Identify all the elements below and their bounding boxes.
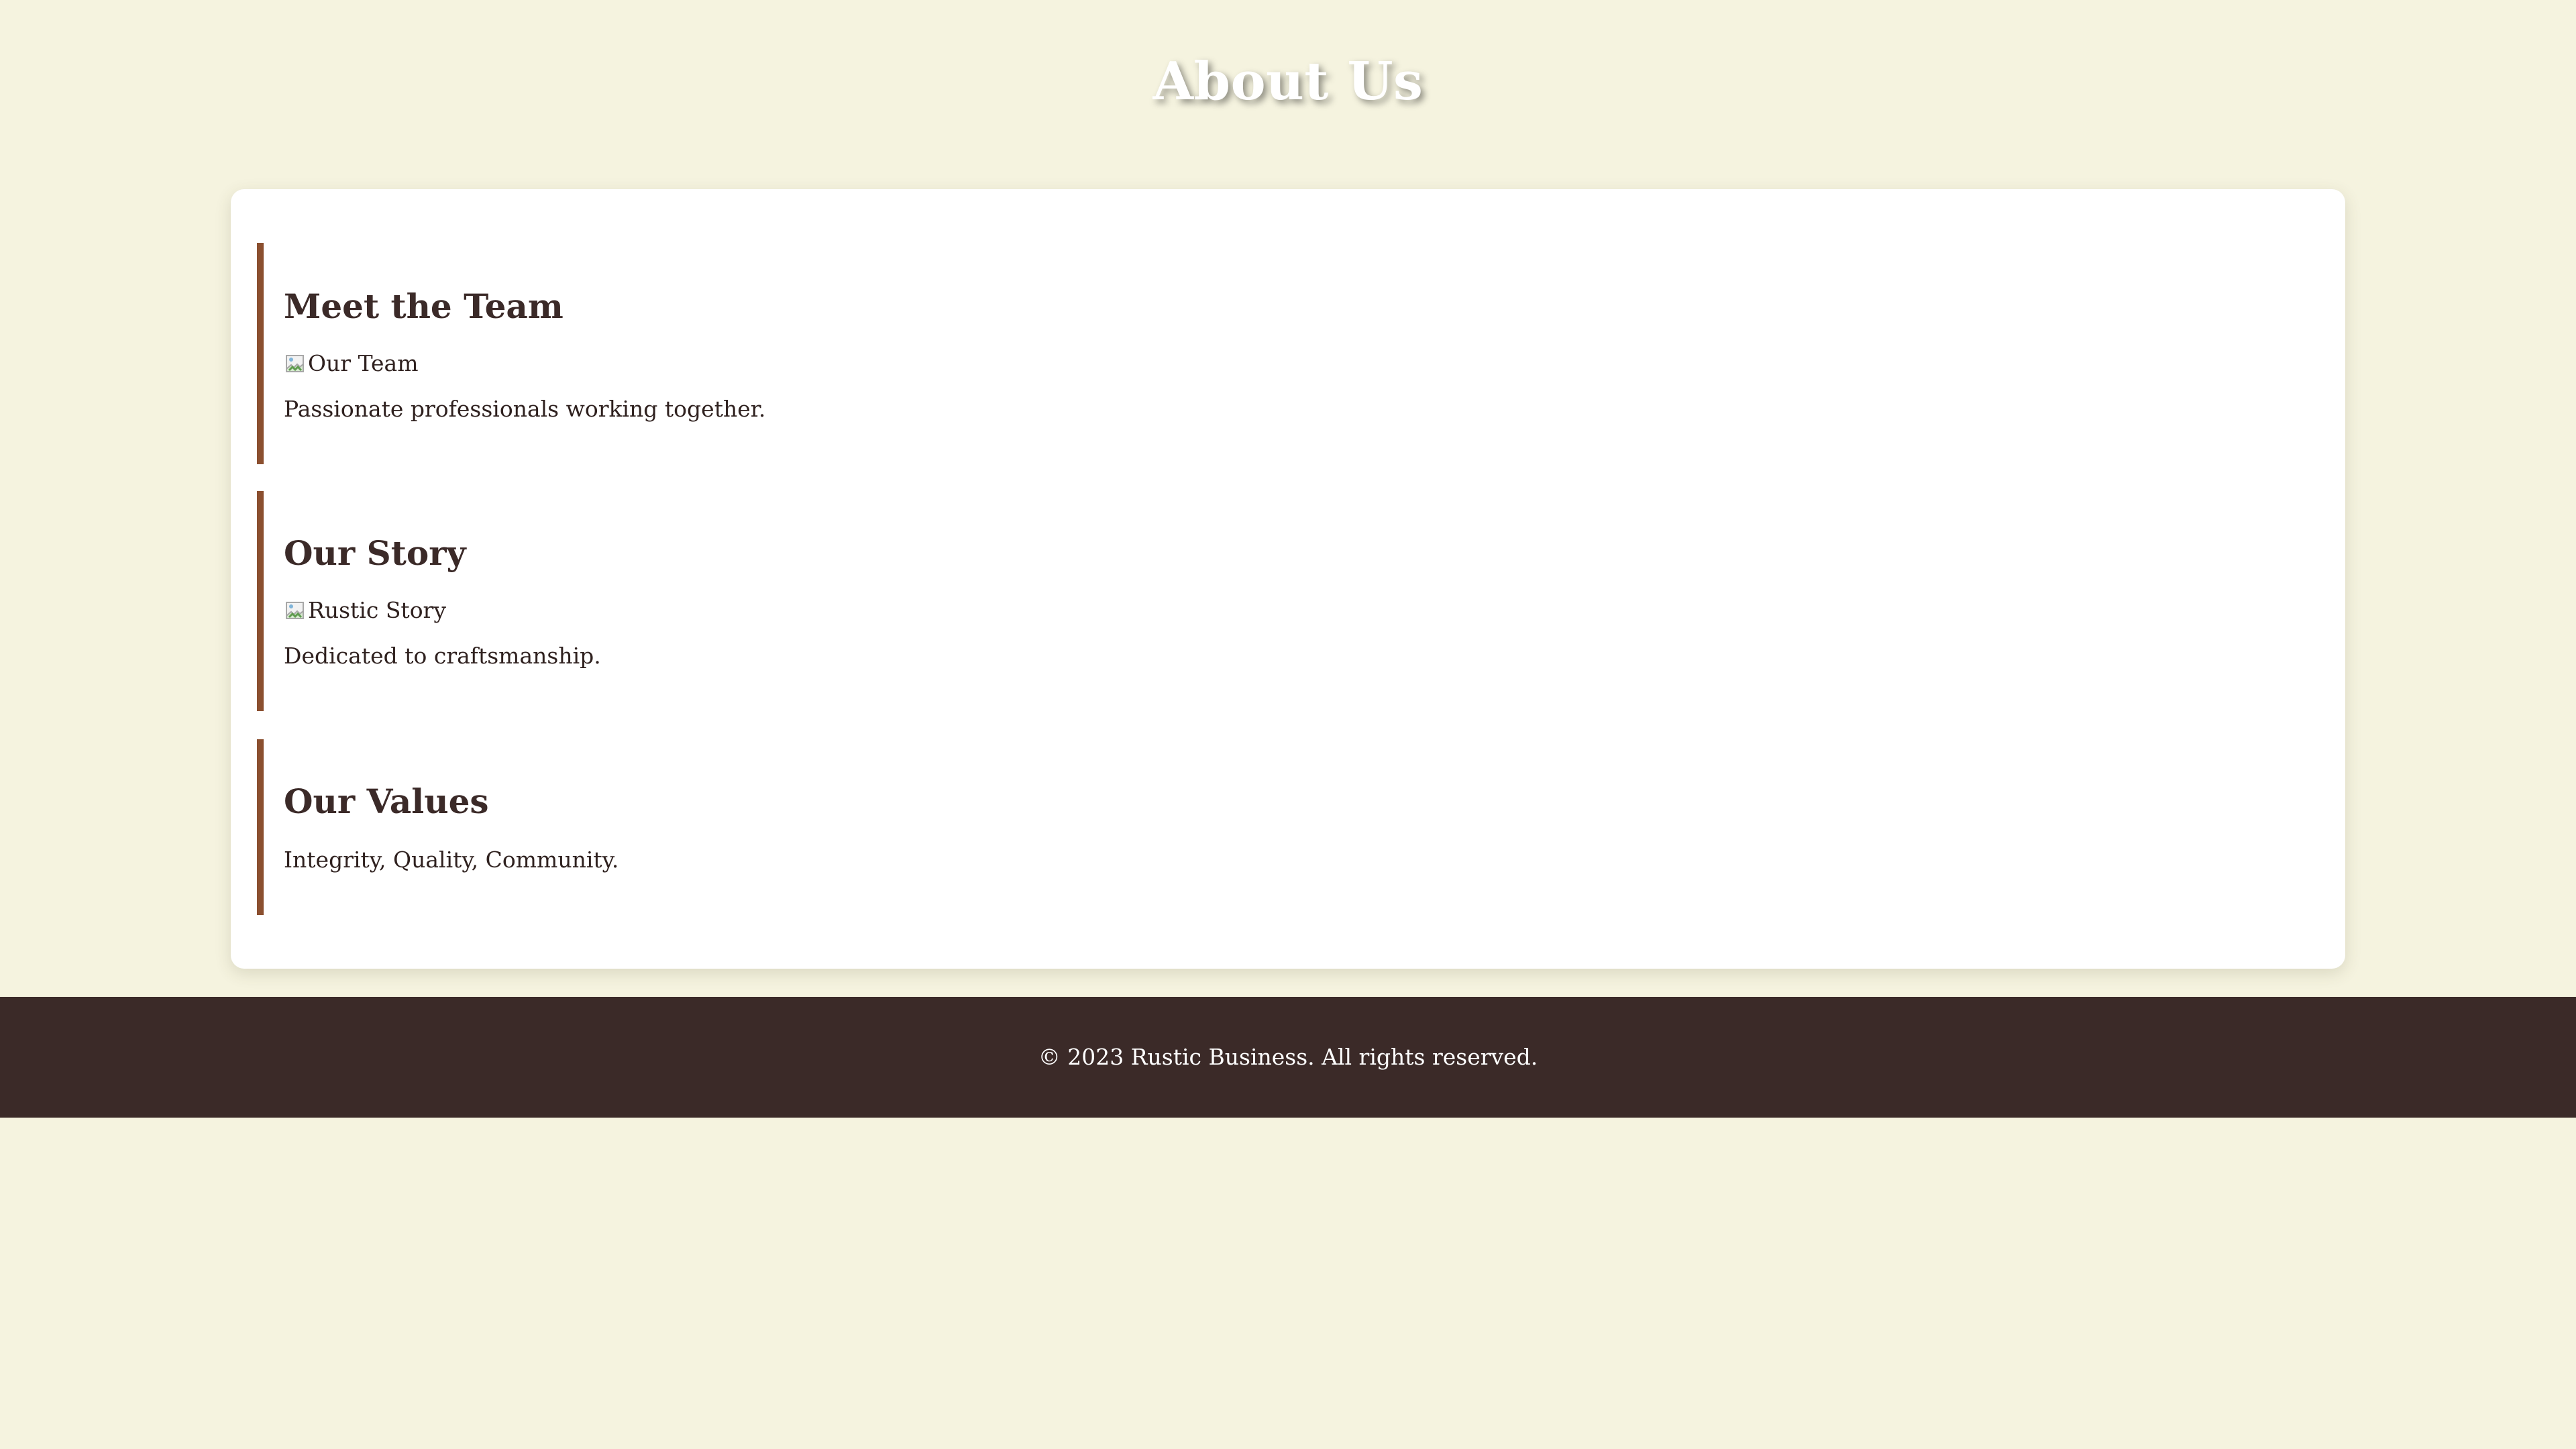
section-meet-the-team: Meet the Team Our Team Passionate profes…: [257, 243, 2316, 464]
section-our-values: Our Values Integrity, Quality, Community…: [257, 739, 2316, 915]
story-image: Rustic Story: [284, 596, 446, 625]
team-image-alt-text: Our Team: [308, 350, 419, 376]
team-image: Our Team: [284, 349, 419, 378]
section-text-our-values: Integrity, Quality, Community.: [284, 847, 619, 873]
section-text-meet-the-team: Passionate professionals working togethe…: [284, 396, 766, 422]
page-title: About Us: [1152, 51, 1424, 112]
broken-image-icon: [284, 352, 307, 375]
section-our-story: Our Story Rustic Story Dedicated to craf…: [257, 491, 2316, 711]
copyright-text: © 2023 Rustic Business. All rights reser…: [1038, 1044, 1538, 1070]
about-content-card: Meet the Team Our Team Passionate profes…: [231, 189, 2345, 969]
page-header: About Us: [0, 0, 2576, 161]
section-heading-our-values: Our Values: [284, 782, 489, 821]
section-heading-meet-the-team: Meet the Team: [284, 286, 564, 326]
section-text-our-story: Dedicated to craftsmanship.: [284, 643, 601, 669]
broken-image-icon: [284, 599, 307, 622]
story-image-alt-text: Rustic Story: [308, 597, 446, 623]
section-heading-our-story: Our Story: [284, 533, 466, 573]
page-footer: © 2023 Rustic Business. All rights reser…: [0, 997, 2576, 1118]
